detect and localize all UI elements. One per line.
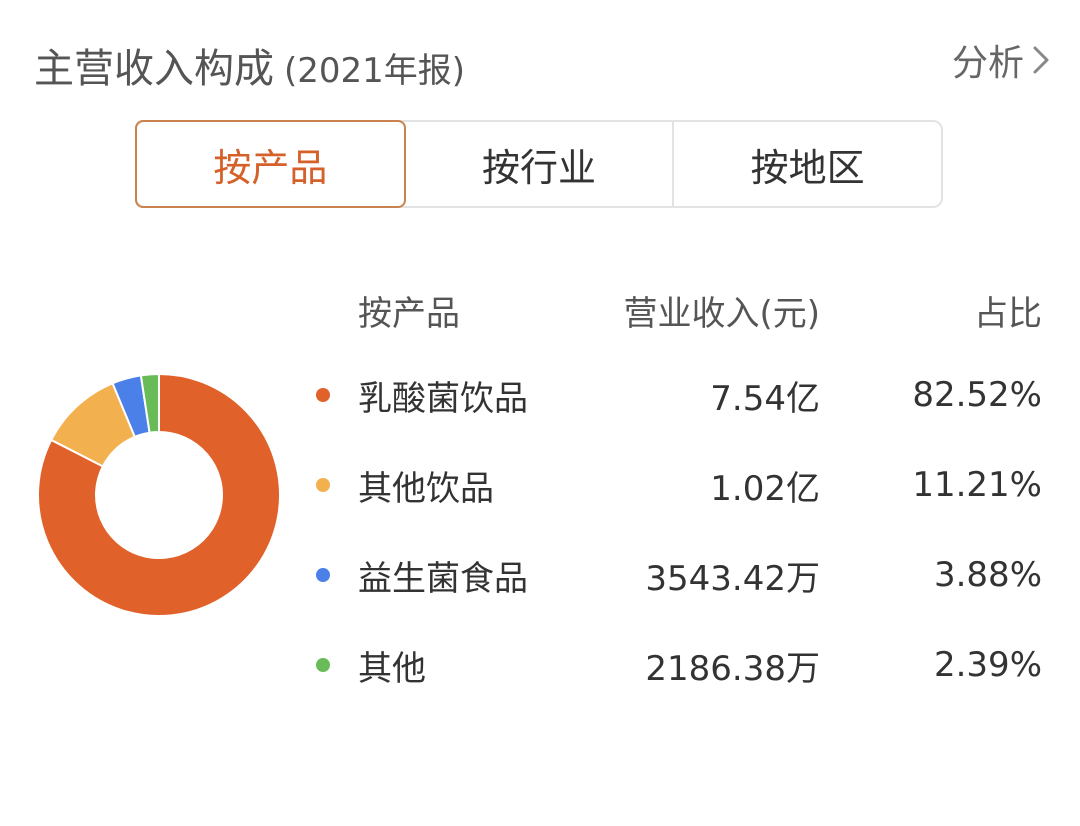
analysis-label: 分析 — [951, 43, 1024, 84]
header-share: 占比 — [974, 293, 1042, 334]
page-title: 主营收入构成 (2021年报) — [34, 36, 465, 94]
row-share: 11.21% — [912, 465, 1042, 505]
segment-tabs: 按产品 按行业 按地区 — [135, 120, 943, 208]
tab-by-region[interactable]: 按地区 — [674, 122, 941, 206]
header-product: 按产品 — [358, 293, 460, 334]
table-row: 其他 2186.38万 2.39% — [310, 620, 1050, 710]
row-name: 乳酸菌饮品 — [358, 378, 528, 419]
row-name: 其他 — [358, 648, 426, 689]
row-share: 82.52% — [912, 375, 1042, 415]
table-row: 益生菌食品 3543.42万 3.88% — [310, 530, 1050, 620]
row-revenue: 3543.42万 — [645, 558, 820, 599]
row-revenue: 7.54亿 — [710, 378, 820, 419]
row-revenue: 1.02亿 — [710, 468, 820, 509]
legend-dot — [316, 568, 330, 582]
title-suffix: (2021年报) — [284, 51, 466, 91]
chevron-right-icon — [1032, 45, 1050, 75]
legend-dot — [316, 388, 330, 402]
row-revenue: 2186.38万 — [645, 648, 820, 689]
title-text: 主营收入构成 — [34, 46, 274, 92]
tab-by-industry[interactable]: 按行业 — [406, 122, 675, 206]
header-revenue: 营业收入(元) — [623, 293, 820, 334]
header: 主营收入构成 (2021年报) 分析 — [0, 0, 1080, 110]
revenue-table: 按产品 营业收入(元) 占比 乳酸菌饮品 7.54亿 82.52% 其他饮品 1… — [310, 270, 1050, 710]
row-share: 2.39% — [933, 645, 1042, 685]
table-row: 乳酸菌饮品 7.54亿 82.52% — [310, 350, 1050, 440]
tab-by-product[interactable]: 按产品 — [135, 120, 406, 208]
row-share: 3.88% — [933, 555, 1042, 595]
revenue-donut-chart — [37, 372, 281, 617]
table-header: 按产品 营业收入(元) 占比 — [310, 270, 1050, 350]
legend-dot — [316, 478, 330, 492]
row-name: 益生菌食品 — [358, 558, 528, 599]
row-name: 其他饮品 — [358, 468, 494, 509]
table-row: 其他饮品 1.02亿 11.21% — [310, 440, 1050, 530]
analysis-link[interactable]: 分析 — [952, 34, 1050, 86]
legend-dot — [316, 658, 330, 672]
